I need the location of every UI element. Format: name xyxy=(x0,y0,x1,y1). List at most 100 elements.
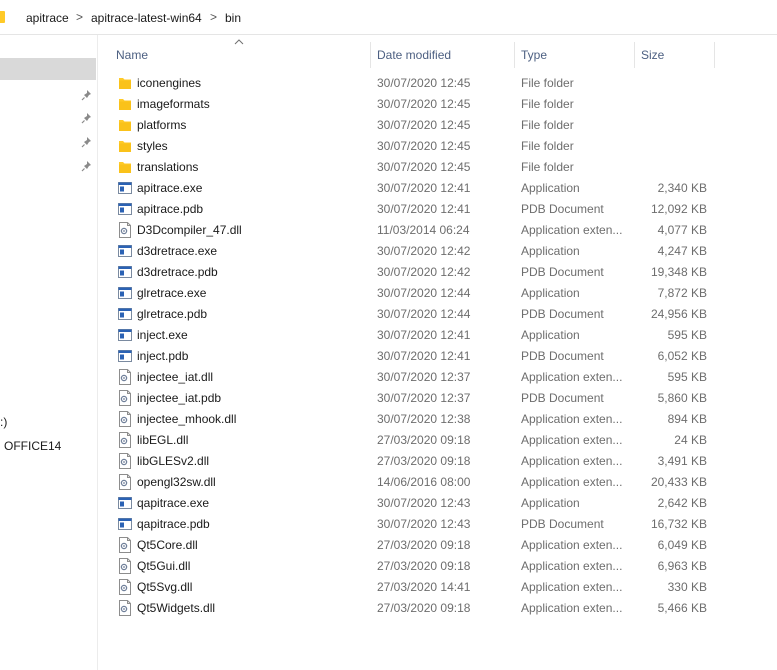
file-date-modified: 30/07/2020 12:41 xyxy=(377,349,471,363)
table-row[interactable]: injectee_mhook.dll 30/07/2020 12:38 Applic… xyxy=(98,409,777,430)
column-divider[interactable] xyxy=(370,42,371,68)
breadcrumb-bin[interactable]: bin xyxy=(225,11,241,25)
folder-icon xyxy=(0,11,5,23)
dll-icon xyxy=(118,411,132,427)
table-row[interactable]: translations 30/07/2020 12:45 File folder xyxy=(98,157,777,178)
column-divider[interactable] xyxy=(714,42,715,68)
breadcrumb-apitrace-latest-win64[interactable]: apitrace-latest-win64 xyxy=(91,11,202,25)
file-type: Application exten... xyxy=(521,475,623,489)
table-row[interactable]: styles 30/07/2020 12:45 File folder xyxy=(98,136,777,157)
column-header-type[interactable]: Type xyxy=(521,48,547,62)
nav-drive-item[interactable]: :) xyxy=(0,415,7,429)
table-row[interactable]: qapitrace.exe 30/07/2020 12:43 Application… xyxy=(98,493,777,514)
file-name: imageformats xyxy=(137,97,210,111)
column-header-date-modified[interactable]: Date modified xyxy=(377,48,451,62)
file-size: 595 KB xyxy=(667,370,707,384)
file-size: 6,049 KB xyxy=(657,538,707,552)
folder-icon xyxy=(118,159,132,175)
file-size: 12,092 KB xyxy=(650,202,707,216)
navigation-pane[interactable]: :) OFFICE14 xyxy=(0,35,98,670)
column-header-name[interactable]: Name xyxy=(116,48,148,62)
file-name: D3Dcompiler_47.dll xyxy=(137,223,242,237)
file-name: Qt5Widgets.dll xyxy=(137,601,216,615)
pin-icon[interactable] xyxy=(81,136,93,148)
breadcrumb-separator-icon[interactable]: > xyxy=(210,10,217,24)
application-icon xyxy=(118,180,132,196)
table-row[interactable]: d3dretrace.exe 30/07/2020 12:42 Applicatio… xyxy=(98,241,777,262)
application-icon xyxy=(118,285,132,301)
file-type: Application exten... xyxy=(521,223,623,237)
table-row[interactable]: Qt5Core.dll 27/03/2020 09:18 Application e… xyxy=(98,535,777,556)
table-row[interactable]: apitrace.pdb 30/07/2020 12:41 PDB Document… xyxy=(98,199,777,220)
column-header: Name Date modified Type Size xyxy=(98,35,777,72)
sort-ascending-icon xyxy=(234,39,244,45)
table-row[interactable]: qapitrace.pdb 30/07/2020 12:43 PDB Documen… xyxy=(98,514,777,535)
file-date-modified: 27/03/2020 09:18 xyxy=(377,433,471,447)
file-date-modified: 30/07/2020 12:41 xyxy=(377,202,471,216)
table-row[interactable]: apitrace.exe 30/07/2020 12:41 Application 2… xyxy=(98,178,777,199)
table-row[interactable]: inject.exe 30/07/2020 12:41 Application 595… xyxy=(98,325,777,346)
file-type: PDB Document xyxy=(521,391,604,405)
column-divider[interactable] xyxy=(514,42,515,68)
file-date-modified: 30/07/2020 12:37 xyxy=(377,370,471,384)
pin-icon[interactable] xyxy=(81,112,93,124)
table-row[interactable]: glretrace.exe 30/07/2020 12:44 Application… xyxy=(98,283,777,304)
file-date-modified: 30/07/2020 12:41 xyxy=(377,181,471,195)
table-row[interactable]: Qt5Svg.dll 27/03/2020 14:41 Application ex… xyxy=(98,577,777,598)
file-date-modified: 30/07/2020 12:43 xyxy=(377,517,471,531)
application-icon xyxy=(118,516,132,532)
pin-icon[interactable] xyxy=(81,160,93,172)
file-type: PDB Document xyxy=(521,307,604,321)
file-size: 894 KB xyxy=(667,412,707,426)
file-date-modified: 30/07/2020 12:45 xyxy=(377,118,471,132)
table-row[interactable]: platforms 30/07/2020 12:45 File folder xyxy=(98,115,777,136)
application-icon xyxy=(118,495,132,511)
file-name: styles xyxy=(137,139,168,153)
file-type: File folder xyxy=(521,160,574,174)
column-divider[interactable] xyxy=(634,42,635,68)
table-row[interactable]: d3dretrace.pdb 30/07/2020 12:42 PDB Docume… xyxy=(98,262,777,283)
folder-icon xyxy=(118,96,132,112)
file-type: Application exten... xyxy=(521,538,623,552)
table-row[interactable]: libEGL.dll 27/03/2020 09:18 Application ex… xyxy=(98,430,777,451)
application-icon xyxy=(118,243,132,259)
file-date-modified: 27/03/2020 09:18 xyxy=(377,538,471,552)
breadcrumb-apitrace[interactable]: apitrace xyxy=(26,11,69,25)
table-row[interactable]: Qt5Widgets.dll 27/03/2020 09:18 Applicatio… xyxy=(98,598,777,619)
file-size: 5,860 KB xyxy=(657,391,707,405)
file-date-modified: 11/03/2014 06:24 xyxy=(377,223,470,237)
file-type: Application xyxy=(521,328,580,342)
table-row[interactable]: injectee_iat.dll 30/07/2020 12:37 Applicat… xyxy=(98,367,777,388)
table-row[interactable]: iconengines 30/07/2020 12:45 File folder xyxy=(98,73,777,94)
file-date-modified: 30/07/2020 12:45 xyxy=(377,139,471,153)
table-row[interactable]: opengl32sw.dll 14/06/2016 08:00 Applicatio… xyxy=(98,472,777,493)
file-date-modified: 30/07/2020 12:44 xyxy=(377,286,471,300)
file-name: apitrace.pdb xyxy=(137,202,204,216)
table-row[interactable]: inject.pdb 30/07/2020 12:41 PDB Document 6,… xyxy=(98,346,777,367)
nav-selected-item[interactable] xyxy=(0,58,96,80)
file-name: apitrace.exe xyxy=(137,181,203,195)
file-size: 6,963 KB xyxy=(657,559,707,573)
file-name: glretrace.pdb xyxy=(137,307,208,321)
table-row[interactable]: injectee_iat.pdb 30/07/2020 12:37 PDB Docu… xyxy=(98,388,777,409)
table-row[interactable]: imageformats 30/07/2020 12:45 File folder xyxy=(98,94,777,115)
table-row[interactable]: Qt5Gui.dll 27/03/2020 09:18 Application ex… xyxy=(98,556,777,577)
breadcrumb-separator-icon[interactable]: > xyxy=(76,10,83,24)
file-size: 2,642 KB xyxy=(657,496,707,510)
nav-item-office14[interactable]: OFFICE14 xyxy=(4,439,61,453)
table-row[interactable]: libGLESv2.dll 27/03/2020 09:18 Application… xyxy=(98,451,777,472)
table-row[interactable]: glretrace.pdb 30/07/2020 12:44 PDB Documen… xyxy=(98,304,777,325)
file-date-modified: 27/03/2020 09:18 xyxy=(377,601,471,615)
file-date-modified: 30/07/2020 12:45 xyxy=(377,76,471,90)
file-size: 4,247 KB xyxy=(657,244,707,258)
file-date-modified: 30/07/2020 12:38 xyxy=(377,412,471,426)
file-type: Application exten... xyxy=(521,559,623,573)
file-date-modified: 30/07/2020 12:44 xyxy=(377,307,471,321)
pin-icon[interactable] xyxy=(81,89,93,101)
file-type: File folder xyxy=(521,139,574,153)
file-name: platforms xyxy=(137,118,187,132)
table-row[interactable]: D3Dcompiler_47.dll 11/03/2014 06:24 Applic… xyxy=(98,220,777,241)
column-header-size[interactable]: Size xyxy=(641,48,664,62)
address-bar[interactable]: apitrace > apitrace-latest-win64 > bin xyxy=(0,0,777,35)
file-size: 20,433 KB xyxy=(650,475,707,489)
